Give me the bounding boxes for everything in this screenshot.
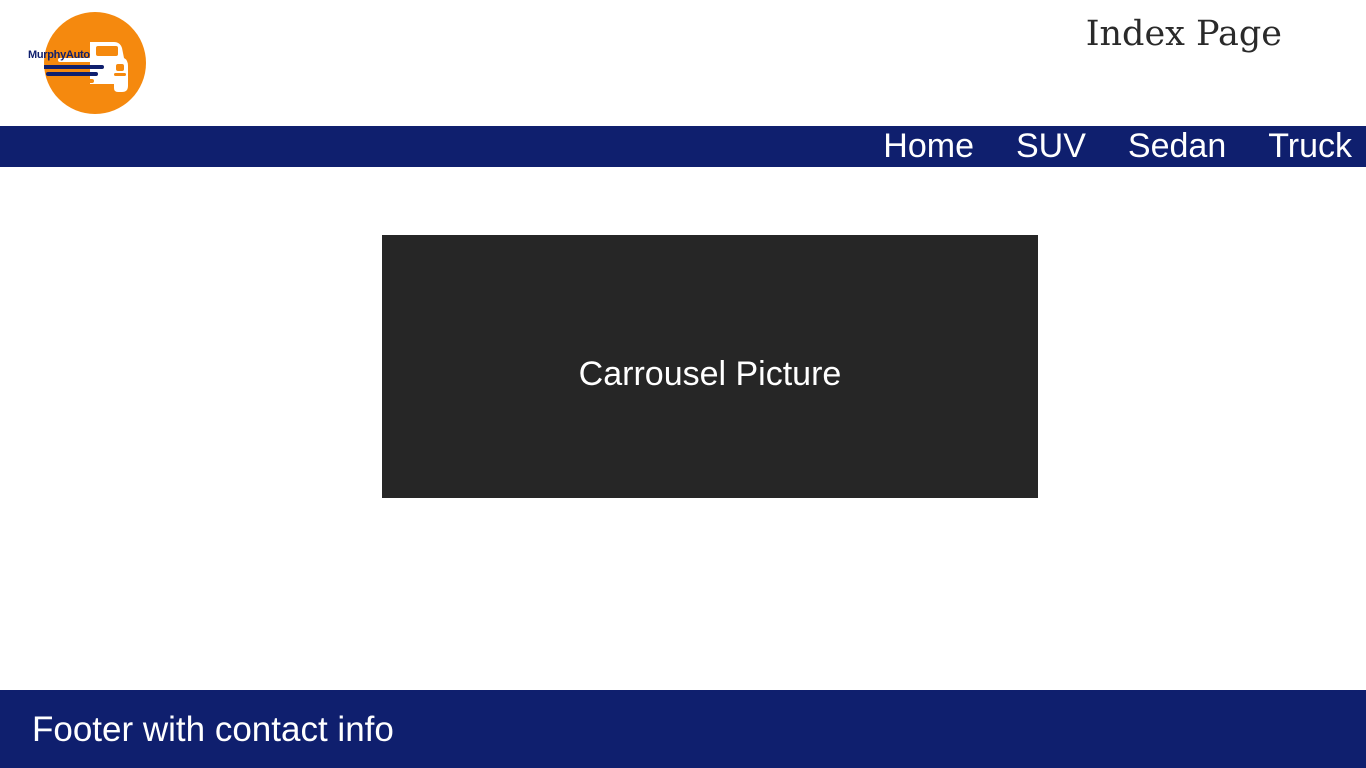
footer: Footer with contact info xyxy=(0,690,1366,768)
header: MurphyAuto Index Page xyxy=(0,0,1366,126)
page: MurphyAuto Index Page Home SUV Sedan Tru… xyxy=(0,0,1366,768)
page-title: Index Page xyxy=(1085,14,1282,54)
carousel-label: Carrousel Picture xyxy=(578,355,842,393)
nav-item-home[interactable]: Home xyxy=(883,126,974,167)
carousel[interactable]: Carrousel Picture xyxy=(382,235,1038,498)
logo-text: MurphyAuto xyxy=(28,49,90,61)
car-logo-icon xyxy=(44,12,146,114)
nav-items: Home SUV Sedan Truck xyxy=(883,126,1352,167)
nav-item-suv[interactable]: SUV xyxy=(1016,126,1086,167)
footer-contact-text: Footer with contact info xyxy=(32,710,394,749)
main-navbar: Home SUV Sedan Truck xyxy=(0,126,1366,167)
brand-logo[interactable]: MurphyAuto xyxy=(28,12,146,114)
nav-item-sedan[interactable]: Sedan xyxy=(1128,126,1226,167)
nav-item-truck[interactable]: Truck xyxy=(1268,126,1352,167)
